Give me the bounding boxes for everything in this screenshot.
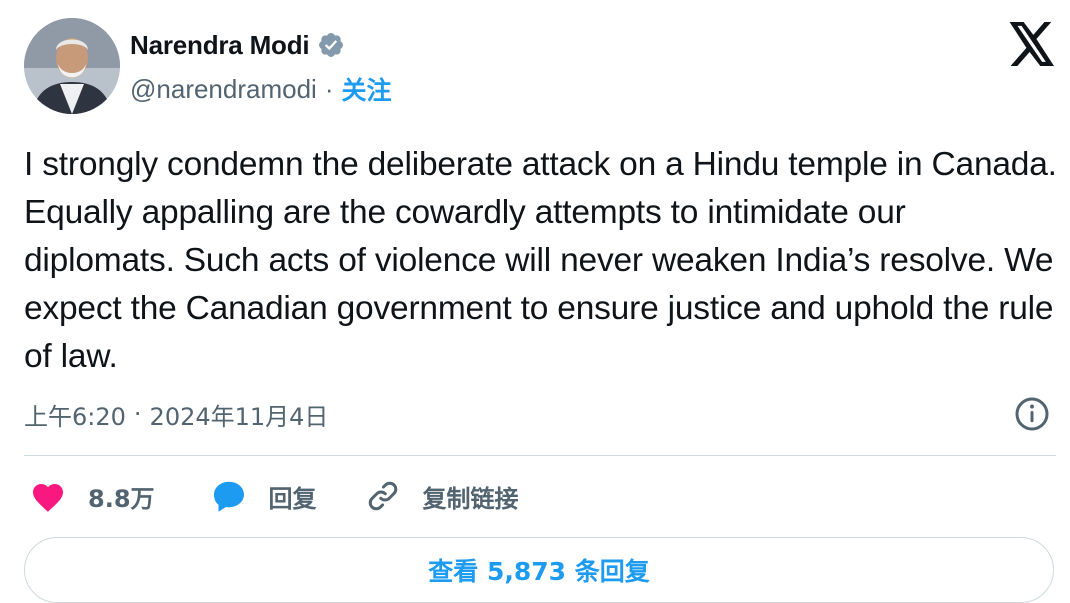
tweet-time[interactable]: 上午6:20 [24,397,126,432]
reply-bubble-icon [213,481,244,512]
like-button[interactable]: 8.8万 [30,479,155,514]
like-count: 8.8万 [88,484,155,513]
view-replies-label: 查看 5,873 条回复 [428,557,650,586]
heart-icon [33,484,63,512]
view-replies-button[interactable]: 查看 5,873 条回复 [24,537,1054,603]
author-handle-row: @narendramodi · 关注 [130,72,392,106]
tweet-text: I strongly condemn the deliberate attack… [24,146,1057,375]
verified-badge-icon [319,33,344,57]
reply-button[interactable]: 回复 [211,478,317,514]
info-icon[interactable] [1014,396,1050,432]
timestamp-separator: · [133,400,142,428]
tweet-date[interactable]: 2024年11月4日 [150,397,329,432]
divider [24,455,1056,456]
author-display-name[interactable]: Narendra Modi [130,30,310,61]
copy-link-label: 复制链接 [422,484,519,513]
author-handle[interactable]: @narendramodi [130,74,317,105]
action-bar: 8.8万 回复 复制链接 [30,474,563,518]
tweet-timestamp: 上午6:20 · 2024年11月4日 [24,396,328,432]
copy-link-button[interactable]: 复制链接 [365,478,519,514]
author-name-row: Narendra Modi [130,28,345,62]
link-icon [368,481,397,511]
handle-separator: · [324,73,334,104]
avatar-photo [24,18,120,114]
x-logo-icon[interactable] [1008,22,1056,66]
reply-label: 回复 [268,484,317,513]
avatar[interactable] [24,18,120,114]
follow-button[interactable]: 关注 [342,71,392,107]
tweet-card: Narendra Modi @narendramodi · 关注 I stron… [0,0,1070,603]
